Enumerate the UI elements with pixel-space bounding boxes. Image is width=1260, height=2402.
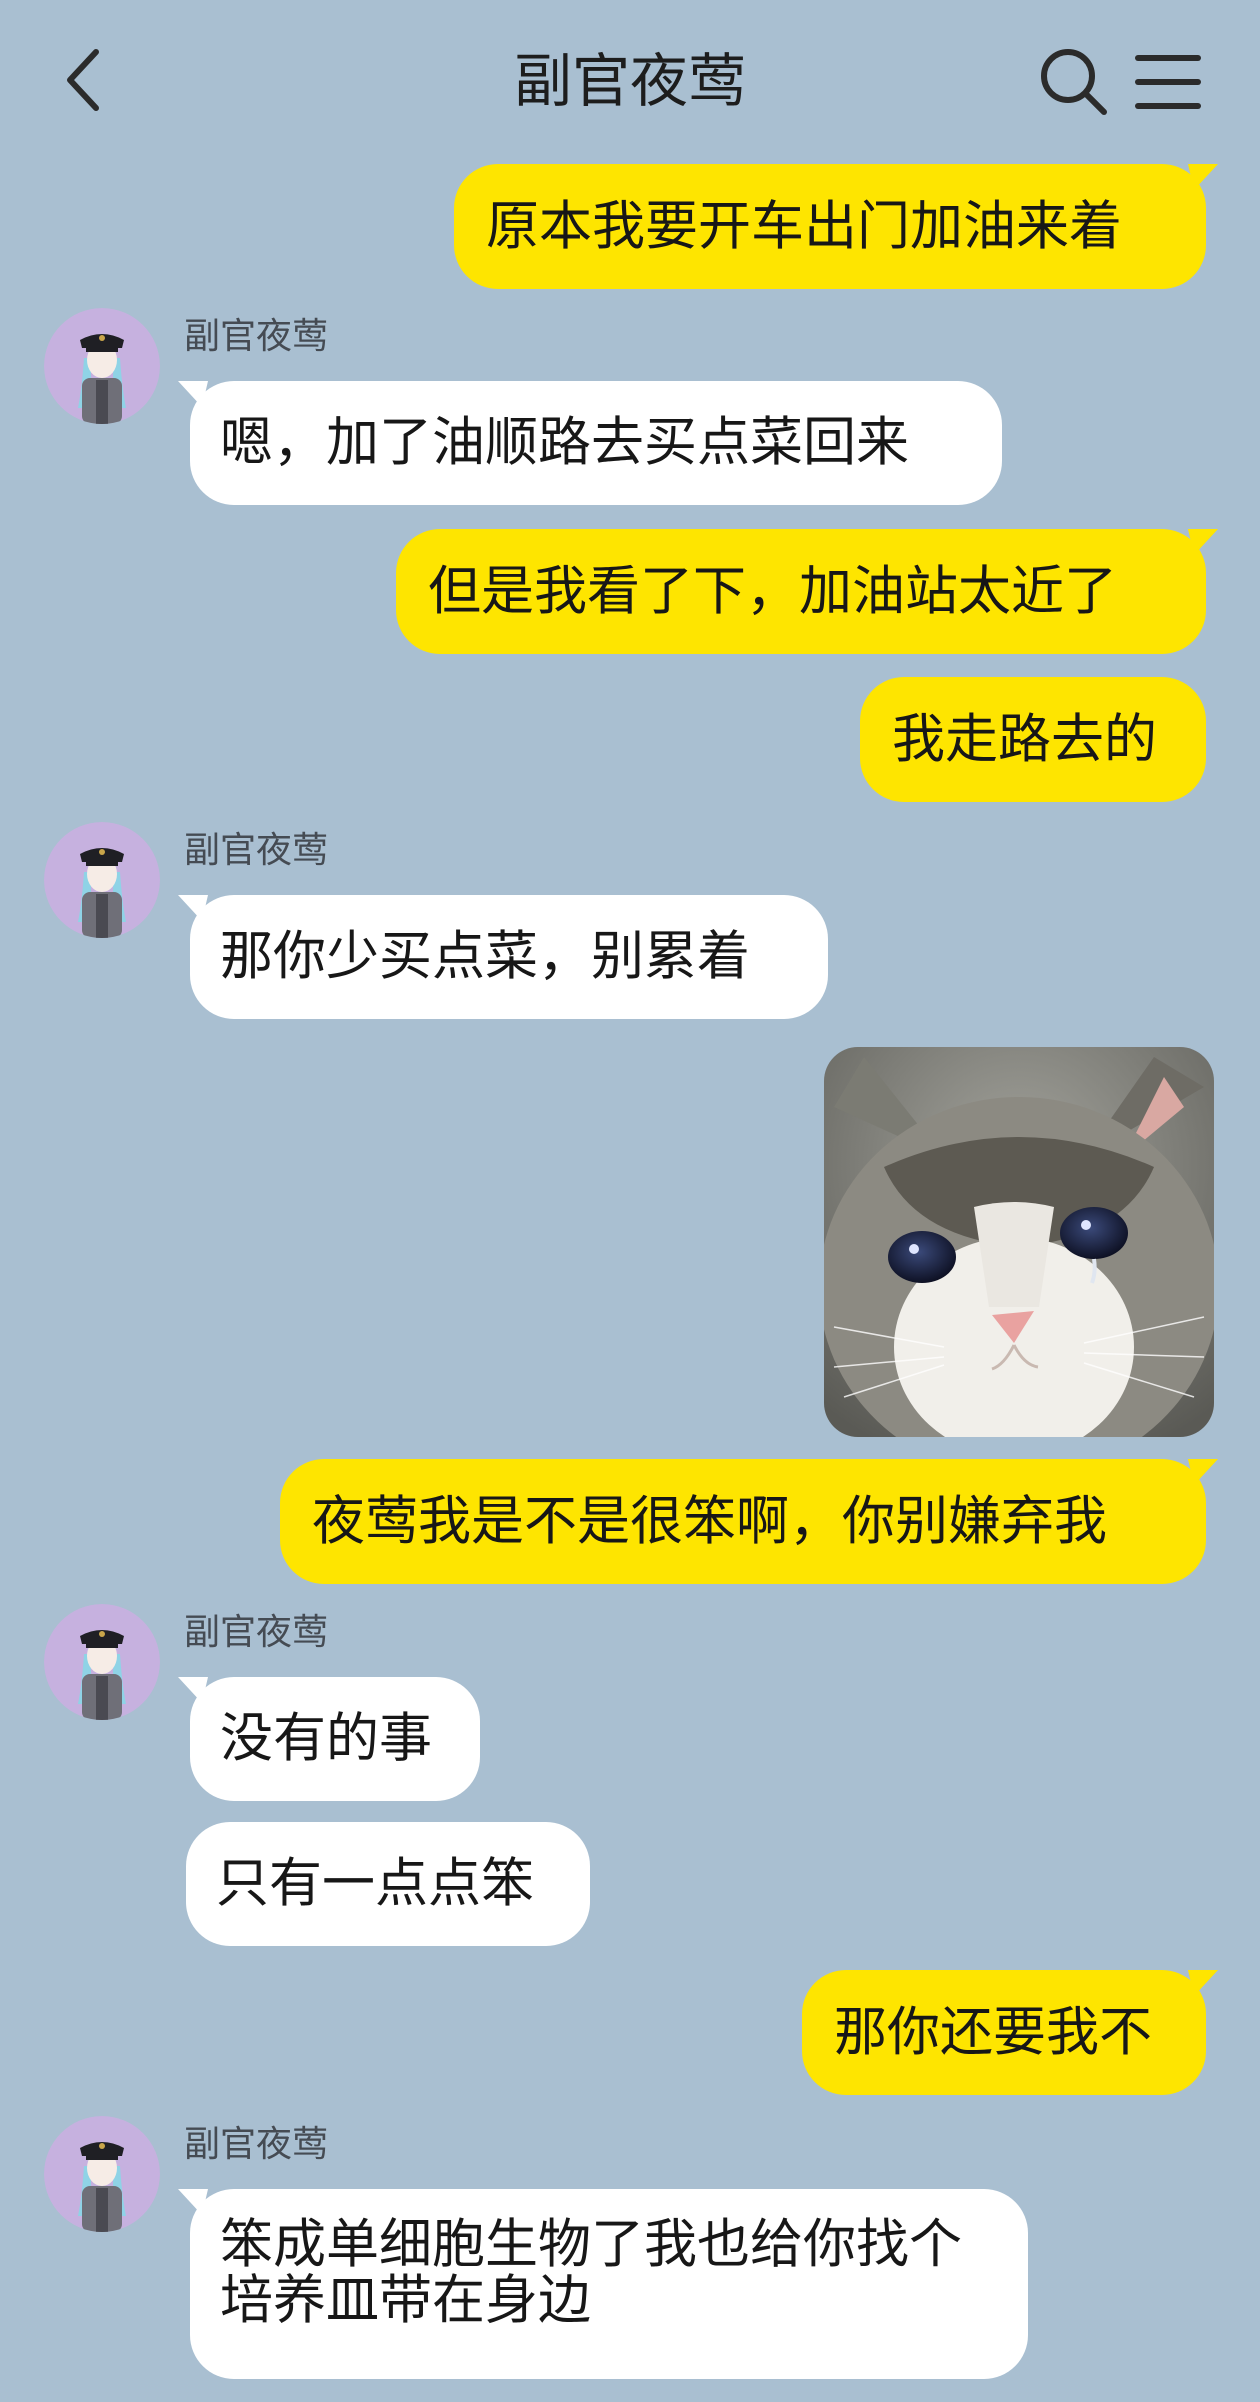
bubble-tail xyxy=(178,895,208,921)
message-text: 没有的事 xyxy=(220,1708,432,1769)
avatar[interactable] xyxy=(44,822,160,938)
sender-name: 副官夜莺 xyxy=(184,2124,329,2165)
avatar-image xyxy=(44,822,160,938)
my-message-bubble[interactable]: 但是我看了下，加油站太近了 xyxy=(396,529,1218,654)
sender-name: 副官夜莺 xyxy=(184,830,329,871)
message-text: 夜莺我是不是很笨啊，你别嫌弃我 xyxy=(312,1490,1107,1552)
sender-name: 副官夜莺 xyxy=(184,1612,329,1653)
message-text: 嗯，加了油顺路去买点菜回来 xyxy=(220,412,909,473)
chat-screen: 副官夜莺 原本我要开车出门加油来着 副官夜莺 嗯，加了油顺路去买点菜回来 但是我… xyxy=(0,0,1260,2402)
avatar[interactable] xyxy=(44,308,160,424)
bubble-tail xyxy=(1188,529,1218,555)
their-message-bubble[interactable]: 笨成单细胞生物了我也给你找个培养皿带在身边 xyxy=(178,2189,1028,2379)
bubble-tail xyxy=(178,381,208,407)
message-text: 只有一点点笨 xyxy=(216,1853,534,1914)
avatar-image xyxy=(44,1604,160,1720)
avatar[interactable] xyxy=(44,1604,160,1720)
bubble-tail xyxy=(1188,1970,1218,1996)
message-text: 我走路去的 xyxy=(892,708,1157,770)
message-text: 那你少买点菜，别累着 xyxy=(220,926,750,987)
message-text: 笨成单细胞生物了我也给你找个培养皿带在身边 xyxy=(220,2214,962,2331)
their-message-bubble[interactable]: 没有的事 xyxy=(178,1677,480,1801)
message-text: 原本我要开车出门加油来着 xyxy=(486,195,1122,257)
bubble-tail xyxy=(178,2189,208,2215)
message-list: 原本我要开车出门加油来着 副官夜莺 嗯，加了油顺路去买点菜回来 但是我看了下，加… xyxy=(0,0,1260,2402)
avatar[interactable] xyxy=(44,2116,160,2232)
bubble-tail xyxy=(1188,1459,1218,1485)
message-text: 但是我看了下，加油站太近了 xyxy=(428,560,1117,622)
my-message-bubble[interactable]: 夜莺我是不是很笨啊，你别嫌弃我 xyxy=(280,1459,1218,1584)
my-message-bubble[interactable]: 我走路去的 xyxy=(860,677,1206,802)
image-message[interactable] xyxy=(824,1047,1214,1437)
bubble-tail xyxy=(1188,164,1218,190)
their-message-bubble[interactable]: 嗯，加了油顺路去买点菜回来 xyxy=(178,381,1002,505)
bubble-tail xyxy=(178,1677,208,1703)
avatar-image xyxy=(44,308,160,424)
avatar-image xyxy=(44,2116,160,2232)
message-text: 那你还要我不 xyxy=(834,2001,1152,2063)
crying-cat-photo xyxy=(824,1047,1214,1437)
my-message-bubble[interactable]: 那你还要我不 xyxy=(802,1970,1218,2095)
their-message-bubble[interactable]: 那你少买点菜，别累着 xyxy=(178,895,828,1019)
sender-name: 副官夜莺 xyxy=(184,316,329,357)
their-message-bubble[interactable]: 只有一点点笨 xyxy=(186,1822,590,1946)
my-message-bubble[interactable]: 原本我要开车出门加油来着 xyxy=(454,164,1218,289)
